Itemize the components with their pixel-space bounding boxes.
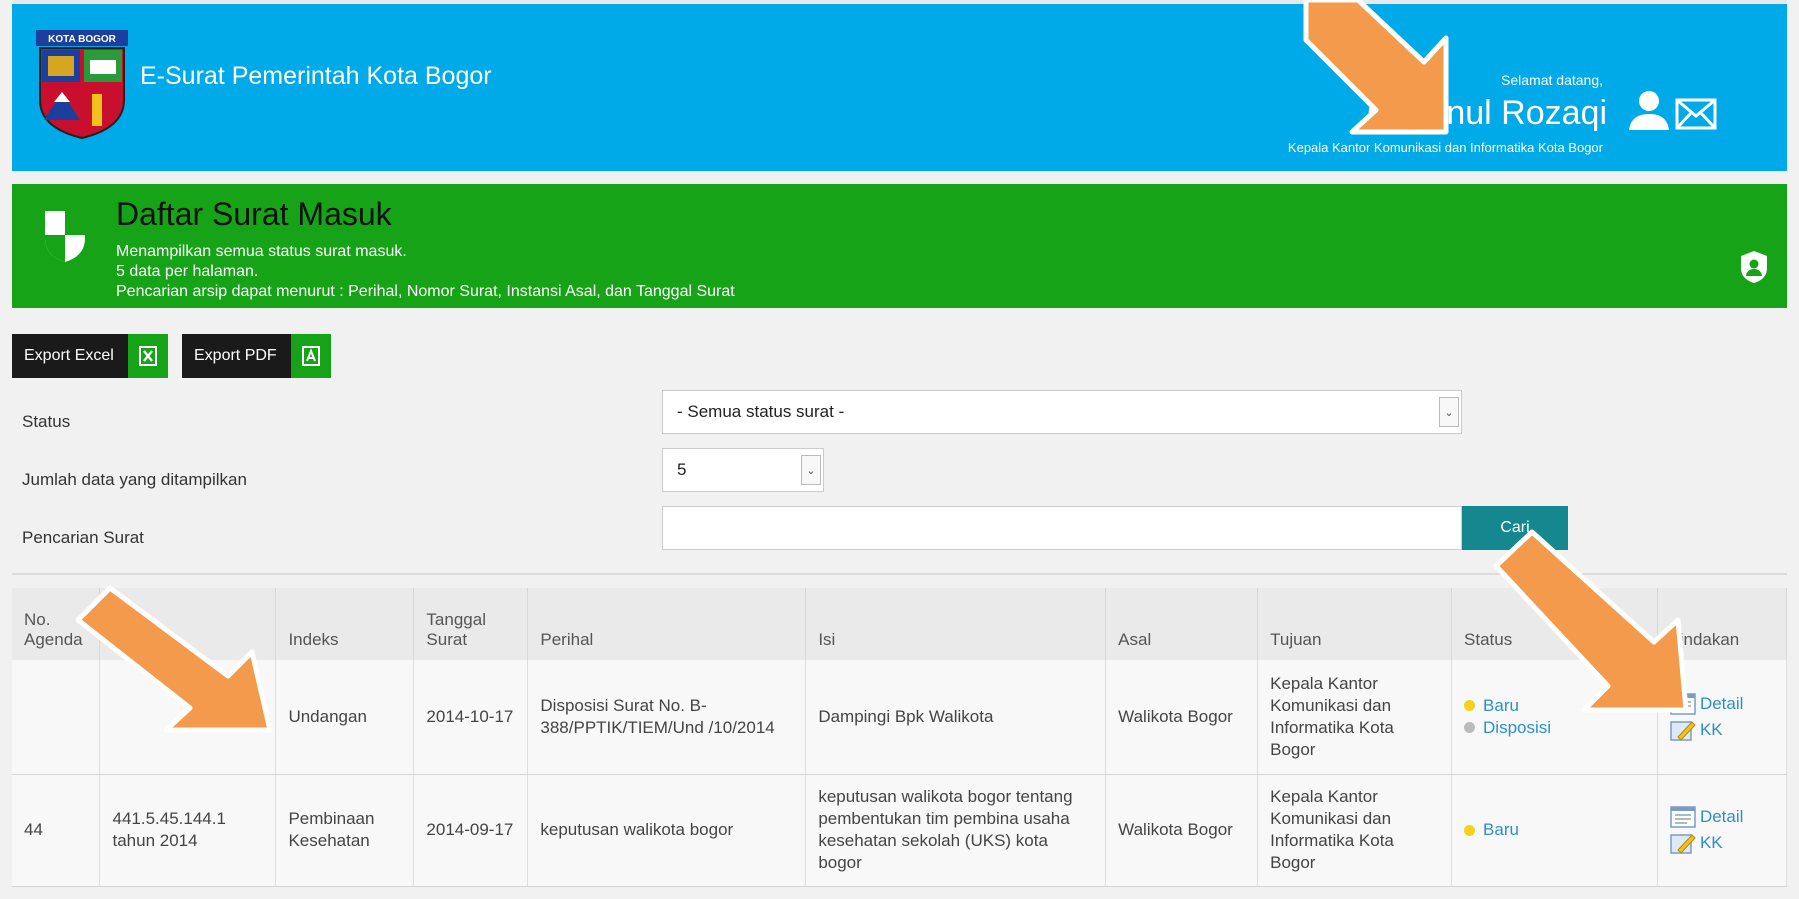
status-select-value: - Semua status surat - xyxy=(677,402,845,421)
description-line: Pencarian arsip dapat menurut : Perihal,… xyxy=(116,283,735,300)
user-role: Kepala Kantor Komunikasi dan Informatika… xyxy=(1287,140,1603,155)
chevron-down-icon: ⌄ xyxy=(801,455,821,485)
cell-asal: Walikota Bogor xyxy=(1105,660,1259,775)
detail-button[interactable]: Detail xyxy=(1670,806,1774,828)
table-row[interactable]: 44 441.5.45.144.1 tahun 2014 Pembinaan K… xyxy=(12,774,1788,887)
mail-icon[interactable] xyxy=(1675,98,1717,130)
edit-icon xyxy=(1670,721,1696,741)
detail-label: Detail xyxy=(1699,807,1744,826)
edit-icon xyxy=(1670,834,1696,854)
cell-isi: keputusan walikota bogor tentang pembent… xyxy=(805,774,1107,887)
description-line: Menampilkan semua status surat masuk. xyxy=(116,243,407,260)
page-banner: Daftar Surat Masuk Menampilkan semua sta… xyxy=(12,184,1787,308)
status-dot-icon xyxy=(1464,824,1476,836)
chevron-down-icon: ⌄ xyxy=(1439,397,1459,427)
welcome-text: Selamat datang, xyxy=(1501,72,1603,88)
status-label: Status xyxy=(22,412,71,431)
status-new-link[interactable]: Baru xyxy=(1483,819,1519,841)
cell-actions: Detail KK xyxy=(1657,774,1788,887)
export-excel-label: Export Excel xyxy=(24,347,114,364)
column-header: Isi xyxy=(805,588,1107,660)
export-excel-button[interactable]: Export Excel xyxy=(12,334,168,378)
column-header: Tanggal Surat xyxy=(413,588,529,660)
status-dot-icon xyxy=(1464,722,1476,734)
cell-perihal: Disposisi Surat No. B-388/PPTIK/TIEM/Und… xyxy=(527,660,807,775)
column-header: Indeks xyxy=(275,588,415,660)
cell-tujuan: Kepala Kantor Komunikasi dan Informatika… xyxy=(1257,774,1453,887)
search-label: Pencarian Surat xyxy=(22,528,144,547)
cell-tanggal: 2014-09-17 xyxy=(413,774,529,887)
export-pdf-button[interactable]: Export PDF xyxy=(182,334,331,378)
cell-indeks: Undangan xyxy=(275,660,415,775)
status-item: Baru xyxy=(1464,819,1645,841)
cell-indeks: Pembinaan Kesehatan xyxy=(275,774,415,887)
status-disposition-link[interactable]: Disposisi xyxy=(1483,717,1551,739)
status-item: Disposisi xyxy=(1464,717,1645,739)
count-select-value: 5 xyxy=(677,460,687,479)
cell-tujuan: Kepala Kantor Komunikasi dan Informatika… xyxy=(1257,660,1453,775)
column-header: Asal xyxy=(1105,588,1259,660)
cell-tanggal: 2014-10-17 xyxy=(413,660,529,775)
security-badge-icon xyxy=(1741,251,1767,283)
page-description: Menampilkan semua status surat masuk. 5 … xyxy=(116,242,735,302)
pdf-icon xyxy=(290,334,331,378)
kk-button[interactable]: KK xyxy=(1670,719,1774,741)
description-line: 5 data per halaman. xyxy=(116,263,259,280)
kk-button[interactable]: KK xyxy=(1670,832,1774,854)
kk-label: KK xyxy=(1699,719,1723,739)
app-title: E-Surat Pemerintah Kota Bogor xyxy=(140,62,492,90)
annotation-arrow-icon xyxy=(75,585,273,733)
annotation-arrow-icon xyxy=(1303,0,1449,135)
search-input[interactable] xyxy=(662,506,1462,550)
shield-icon xyxy=(45,211,85,262)
column-header: Perihal xyxy=(527,588,807,660)
count-label: Jumlah data yang ditampilkan xyxy=(22,470,247,489)
cell-nomor: 441.5.45.144.1 tahun 2014 xyxy=(99,774,277,887)
cell-perihal: keputusan walikota bogor xyxy=(527,774,807,887)
cell-asal: Walikota Bogor xyxy=(1105,774,1259,887)
cell-isi: Dampingi Bpk Walikota xyxy=(805,660,1107,775)
cell-no-agenda: 44 xyxy=(12,774,101,887)
page-title: Daftar Surat Masuk xyxy=(116,196,392,232)
excel-icon xyxy=(127,334,168,378)
detail-icon xyxy=(1670,806,1696,828)
annotation-arrow-icon xyxy=(1493,529,1689,713)
top-header: KOTA BOGOR E-Surat Pemerintah Kota Bogor… xyxy=(12,0,1787,171)
logo-text: KOTA BOGOR xyxy=(48,34,117,45)
user-icon[interactable] xyxy=(1627,88,1671,132)
kk-label: KK xyxy=(1699,833,1723,852)
export-pdf-label: Export PDF xyxy=(194,347,277,364)
status-select[interactable]: - Semua status surat - ⌄ xyxy=(662,390,1462,434)
cell-status: Baru xyxy=(1451,774,1658,887)
city-logo[interactable]: KOTA BOGOR xyxy=(36,30,128,140)
column-header: Tujuan xyxy=(1257,588,1453,660)
count-select[interactable]: 5 ⌄ xyxy=(662,448,824,492)
status-dot-icon xyxy=(1464,700,1476,712)
